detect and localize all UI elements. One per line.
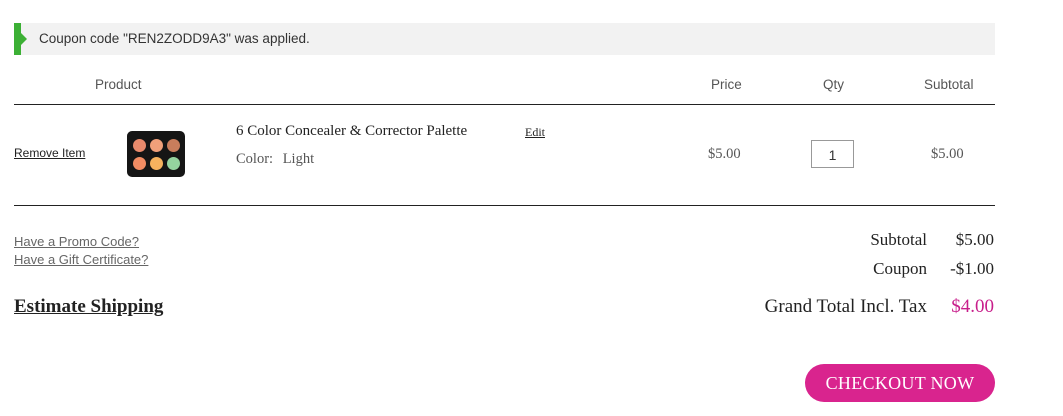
gift-certificate-link[interactable]: Have a Gift Certificate? [14,252,148,267]
product-name[interactable]: 6 Color Concealer & Corrector Palette [236,123,467,140]
swatch-6 [167,157,180,170]
success-bar [14,23,21,55]
swatch-2 [150,139,163,152]
header-subtotal: Subtotal [924,77,974,92]
totals-coupon-label: Coupon [873,259,927,278]
totals-coupon-value: -$1.00 [950,259,994,278]
remove-item-link[interactable]: Remove Item [14,146,85,160]
grand-total-label: Grand Total Incl. Tax [764,296,927,317]
table-bottom-divider [14,205,995,206]
coupon-applied-notice: Coupon code "REN2ZODD9A3" was applied. [14,23,995,55]
header-product: Product [95,77,142,92]
checkout-button[interactable]: CHECKOUT NOW [805,364,995,402]
totals-subtotal-value: $5.00 [955,230,994,249]
product-color-option: Color: Light [236,151,314,168]
swatch-4 [133,157,146,170]
color-value: Light [282,151,315,167]
swatch-1 [133,139,146,152]
estimate-shipping-link[interactable]: Estimate Shipping [14,296,163,318]
grand-total-value: $4.00 [951,296,994,317]
swatch-3 [167,139,180,152]
product-thumbnail[interactable] [127,131,185,177]
edit-item-link[interactable]: Edit [525,125,545,140]
notice-message: Coupon code "REN2ZODD9A3" was applied. [39,31,310,46]
totals-subtotal-label: Subtotal [870,230,927,249]
success-arrow-icon [21,33,27,45]
color-label: Color: [236,151,274,167]
promo-code-link[interactable]: Have a Promo Code? [14,234,139,249]
quantity-input[interactable]: 1 [811,140,854,168]
swatch-5 [150,157,163,170]
item-price: $5.00 [708,146,741,162]
header-qty: Qty [823,77,845,92]
item-subtotal: $5.00 [931,146,964,162]
header-price: Price [711,77,742,92]
table-header-divider [14,104,995,105]
